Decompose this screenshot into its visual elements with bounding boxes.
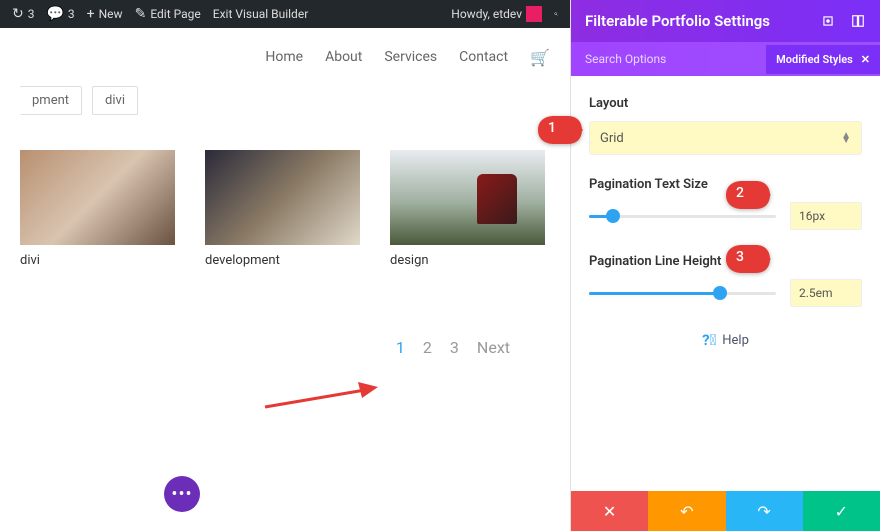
redo-button[interactable]: ↷ xyxy=(726,491,803,531)
snap-icon[interactable] xyxy=(850,13,866,29)
portfolio-thumbnail xyxy=(20,150,175,245)
help-label: Help xyxy=(722,333,749,348)
layout-label: Layout xyxy=(589,96,862,111)
pagination: 1 2 3 Next xyxy=(20,338,510,357)
portfolio-item[interactable]: divi xyxy=(20,150,175,268)
settings-subheader: Search Options Modified Styles ✕ xyxy=(571,42,880,76)
wp-admin-bar: ↻ 3 💬 3 + New ✎ Edit Page Exit Visual Bu… xyxy=(0,0,570,28)
save-button[interactable]: ✓ xyxy=(803,491,880,531)
slider-thumb[interactable] xyxy=(606,209,620,223)
undo-icon: ↶ xyxy=(680,502,693,521)
filter-btn[interactable]: pment xyxy=(20,86,82,115)
portfolio-item[interactable]: development xyxy=(205,150,360,268)
settings-body: Layout Grid ▲▼ Pagination Text Size 16px… xyxy=(571,76,880,491)
portfolio-title: development xyxy=(205,253,360,268)
portfolio-grid: divi development design xyxy=(20,150,550,268)
portfolio-title: design xyxy=(390,253,545,268)
admin-search-button[interactable] xyxy=(548,6,564,22)
refresh-item[interactable]: ↻ 3 xyxy=(6,6,40,22)
chevron-updown-icon: ▲▼ xyxy=(841,133,851,143)
module-fab-button[interactable]: ••• xyxy=(164,476,200,512)
edit-page-link[interactable]: ✎ Edit Page xyxy=(129,6,207,22)
annotation-callout-1: 1 xyxy=(536,115,584,145)
portfolio-filters: pment divi xyxy=(20,86,550,115)
exit-label: Exit Visual Builder xyxy=(213,7,309,21)
settings-header: Filterable Portfolio Settings xyxy=(571,0,880,42)
search-icon xyxy=(554,7,558,21)
exit-vb-link[interactable]: Exit Visual Builder xyxy=(207,7,315,21)
redo-icon: ↷ xyxy=(757,502,770,521)
filter-btn[interactable]: divi xyxy=(92,86,138,115)
comments-count: 3 xyxy=(68,7,75,21)
edit-label: Edit Page xyxy=(150,7,200,21)
new-label: New xyxy=(99,7,123,21)
layout-select[interactable]: Grid ▲▼ xyxy=(589,121,862,155)
nav-services[interactable]: Services xyxy=(384,49,437,65)
pencil-icon: ✎ xyxy=(135,6,147,22)
howdy-text: Howdy, etdev xyxy=(451,7,522,21)
page-link[interactable]: 2 xyxy=(423,338,432,357)
page-next-link[interactable]: Next xyxy=(477,338,510,357)
layout-value: Grid xyxy=(600,131,624,146)
portfolio-item[interactable]: design xyxy=(390,150,545,268)
cart-icon[interactable]: 🛒 xyxy=(530,48,550,67)
close-icon[interactable]: ✕ xyxy=(861,53,870,66)
comment-icon: 💬 xyxy=(46,6,63,22)
slider-thumb[interactable] xyxy=(713,286,727,300)
settings-title: Filterable Portfolio Settings xyxy=(585,12,770,30)
portfolio-thumbnail xyxy=(390,150,545,245)
modified-styles-chip[interactable]: Modified Styles ✕ xyxy=(766,45,880,74)
portfolio-thumbnail xyxy=(205,150,360,245)
refresh-icon: ↻ xyxy=(12,6,24,22)
ellipsis-icon: ••• xyxy=(171,484,192,505)
close-icon: ✕ xyxy=(603,502,616,521)
help-link[interactable]: ?⃝ Help xyxy=(589,331,862,349)
cancel-button[interactable]: ✕ xyxy=(571,491,648,531)
undo-button[interactable]: ↶ xyxy=(648,491,725,531)
refresh-count: 3 xyxy=(28,7,35,21)
page-link[interactable]: 3 xyxy=(450,338,459,357)
pagination-line-height-value[interactable]: 2.5em xyxy=(790,279,862,307)
plus-icon: + xyxy=(87,6,95,22)
main-nav: Home About Services Contact 🛒 xyxy=(0,28,570,86)
help-icon: ?⃝ xyxy=(702,331,716,349)
nav-home[interactable]: Home xyxy=(265,49,303,65)
focus-icon[interactable] xyxy=(820,13,836,29)
check-icon: ✓ xyxy=(835,502,848,521)
portfolio-title: divi xyxy=(20,253,175,268)
page-link[interactable]: 1 xyxy=(396,338,405,357)
search-options-input[interactable]: Search Options xyxy=(571,42,766,76)
nav-contact[interactable]: Contact xyxy=(459,49,508,65)
callout-number: 1 xyxy=(548,120,556,136)
settings-footer: ✕ ↶ ↷ ✓ xyxy=(571,491,880,531)
callout-number: 2 xyxy=(736,185,744,201)
annotation-callout-2: 2 xyxy=(724,180,772,210)
pagination-text-size-value[interactable]: 16px xyxy=(790,202,862,230)
annotation-arrow xyxy=(260,382,380,412)
callout-number: 3 xyxy=(736,249,744,265)
chip-label: Modified Styles xyxy=(776,53,853,66)
pagination-line-height-slider[interactable] xyxy=(589,283,776,303)
portfolio-module: pment divi divi development design 1 2 3… xyxy=(0,86,570,357)
howdy-item[interactable]: Howdy, etdev xyxy=(445,6,548,22)
annotation-callout-3: 3 xyxy=(724,244,772,274)
avatar xyxy=(526,6,542,22)
comments-item[interactable]: 💬 3 xyxy=(40,6,80,22)
nav-about[interactable]: About xyxy=(325,49,362,65)
new-item[interactable]: + New xyxy=(81,6,129,22)
